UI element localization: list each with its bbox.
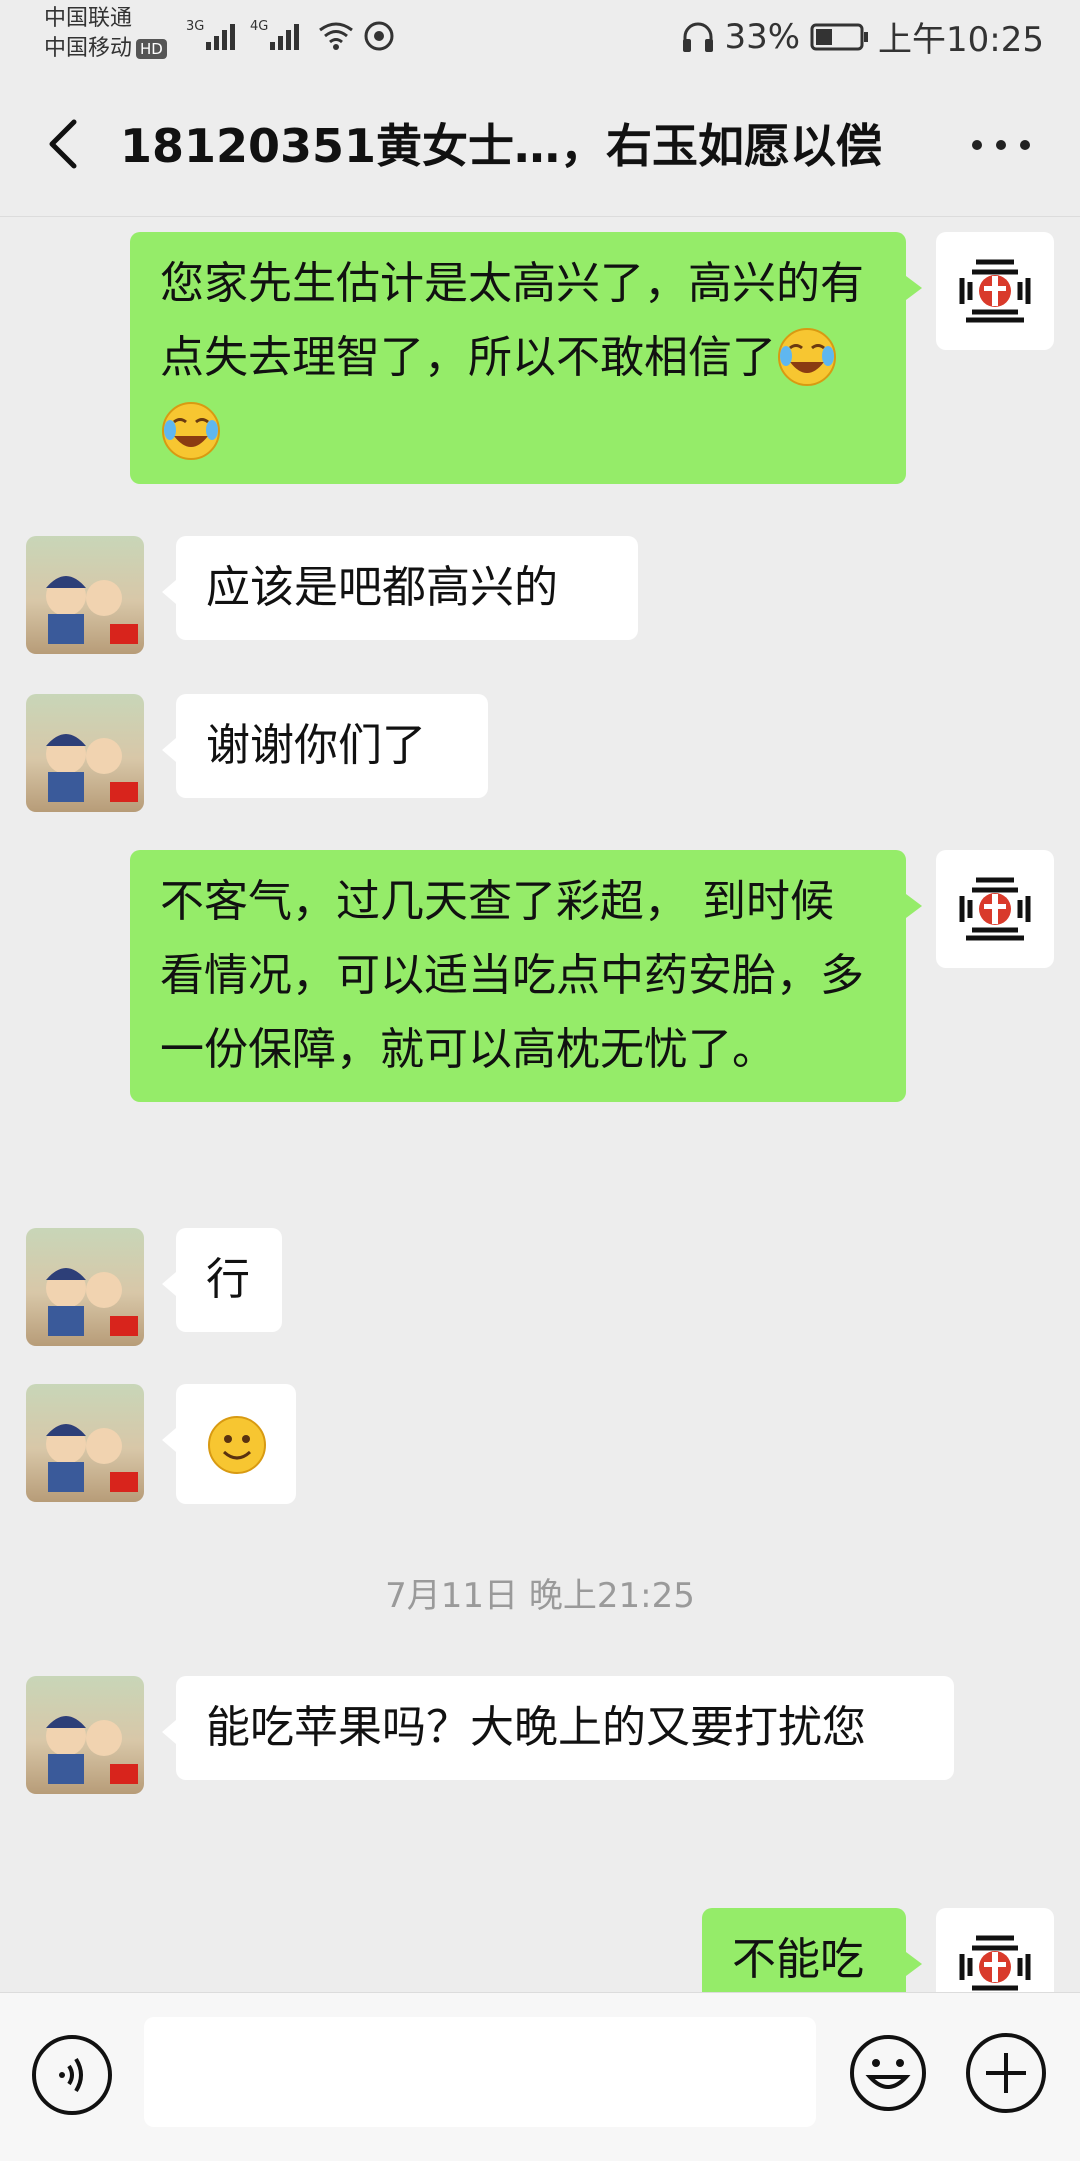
carrier-1: 中国联通 [44,6,133,31]
my-avatar[interactable] [936,850,1054,968]
timestamp: 7月11日 晚上21:25 [385,1576,695,1616]
clock: 上午10:25 [878,20,1044,60]
message-bubble-them[interactable]: 谢谢你们了 [162,694,488,798]
headphones-icon [683,22,714,52]
carrier-2: 中国移动 [44,36,133,61]
message-text: 行 [206,1254,250,1305]
input-bar [0,1992,1080,2161]
contact-avatar[interactable] [26,1384,144,1502]
battery-icon [810,23,869,50]
contact-avatar[interactable] [26,1676,144,1794]
message-bubble-me[interactable]: 不客气，过几天查了彩超， 到时候看情况，可以适当吃点中药安胎，多一份保障，就可以… [130,850,922,1102]
logo-icon [959,259,1031,323]
emoji-icon[interactable] [848,2033,928,2113]
plus-icon[interactable] [966,2033,1046,2113]
svg-text:3G: 3G [186,19,204,34]
svg-text:4G: 4G [250,19,268,34]
status-right: 33% 上午10:25 [680,12,1044,61]
smile-emoji-icon [208,1416,266,1474]
message-input[interactable] [144,2017,816,2127]
avatar-image [46,1424,138,1492]
message-text: 应该是吧都高兴的 [206,562,558,613]
hd-badge: HD [136,39,167,59]
message-bubble-them[interactable] [162,1384,296,1504]
cry-laugh-emoji-icon [162,402,220,460]
avatar-image [46,1716,138,1784]
avatar-image [46,576,138,644]
battery-percent: 33% [724,16,801,57]
message-text: 谢谢你们了 [206,720,426,771]
my-avatar[interactable] [936,232,1054,350]
message-bubble-them[interactable]: 能吃苹果吗？大晚上的又要打扰您 [162,1676,954,1780]
message-text: 不能吃 [732,1934,864,1985]
back-icon[interactable] [40,114,90,174]
contact-avatar[interactable] [26,1228,144,1346]
signal-4g-icon: 4G [250,19,299,50]
contact-avatar[interactable] [26,536,144,654]
status-bar: 中国联通 中国移动 HD 3G 4G 33% 上午10:25 [0,0,1080,70]
contact-avatar[interactable] [26,694,144,812]
hotspot-icon [364,21,394,51]
chat-title: 18120351黄女士…，右玉如愿以偿 [120,119,883,173]
chat-header: 18120351黄女士…，右玉如愿以偿 [0,70,1080,217]
more-icon[interactable] [972,140,1030,150]
signal-3g-icon: 3G [186,19,235,50]
wifi-icon [319,22,353,50]
message-bubble-them[interactable]: 应该是吧都高兴的 [162,536,638,640]
message-text: 不客气，过几天查了彩超， 到时候看情况，可以适当吃点中药安胎，多一份保障，就可以… [160,876,864,1075]
message-text: 您家先生估计是太高兴了，高兴的有点失去理智了，所以不敢相信了 [160,258,864,383]
cry-laugh-emoji-icon [778,328,836,386]
message-text: 能吃苹果吗？大晚上的又要打扰您 [206,1702,866,1753]
carrier-info: 中国联通 中国移动 HD [44,4,167,64]
voice-icon[interactable] [32,2035,112,2115]
logo-icon [959,877,1031,941]
avatar-image [46,734,138,802]
avatar-image [46,1268,138,1336]
message-bubble-them[interactable]: 行 [162,1228,282,1332]
message-bubble-me[interactable]: 您家先生估计是太高兴了，高兴的有点失去理智了，所以不敢相信了 [130,232,922,484]
